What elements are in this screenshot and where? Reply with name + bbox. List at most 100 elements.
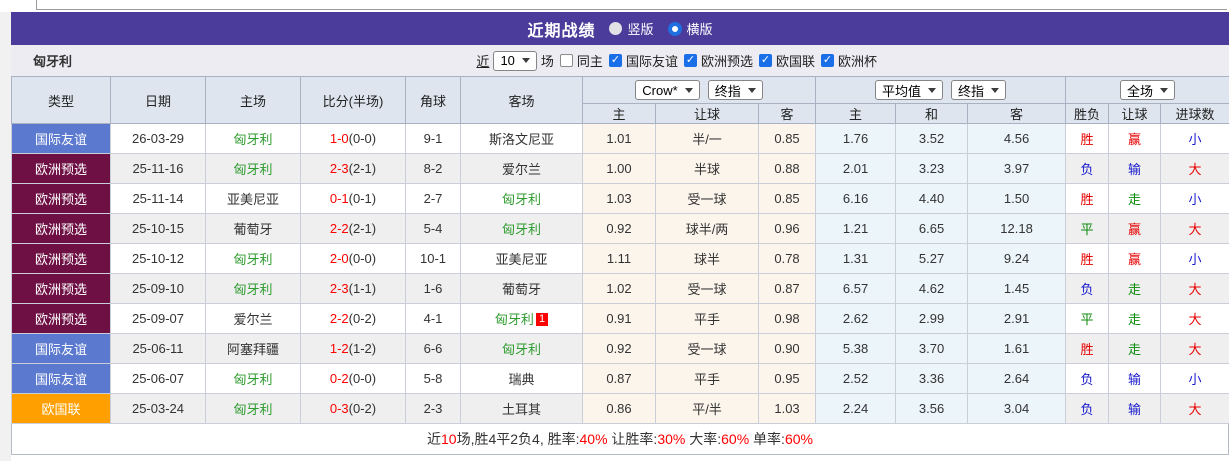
avg-draw-odds: 4.40	[895, 183, 969, 214]
summary-segment: 单率:	[749, 431, 785, 447]
subheader-crown-home: 主	[582, 103, 656, 124]
checkbox-euro-cup[interactable]: ✓	[820, 54, 834, 67]
half-score: (0-0)	[348, 131, 377, 146]
result-handicap: 走	[1108, 303, 1162, 334]
corner-cell: 1-6	[405, 273, 461, 304]
crown-away-odds: 0.98	[757, 303, 817, 334]
summary-segment: 60%	[721, 431, 750, 447]
checkbox-nations-league[interactable]: ✓	[758, 54, 772, 67]
result-wdl: 平	[1065, 303, 1110, 334]
avg-home-odds: 6.57	[815, 273, 897, 304]
recent-link[interactable]: 近	[476, 51, 489, 70]
away-team-cell: 斯洛文尼亚	[460, 123, 583, 154]
full-score: 2-3	[329, 281, 349, 296]
crown-home-odds: 0.91	[582, 303, 656, 334]
match-type-badge: 欧洲预选	[11, 213, 111, 244]
header-away: 客场	[460, 76, 583, 124]
header-match-type: 类型	[11, 76, 111, 124]
match-row: 欧洲预选 25-09-07 爱尔兰 2-2(0-2) 4-1 匈牙利 1 0.91 平手 0.98…	[11, 303, 1229, 334]
radio-unselected-icon[interactable]	[609, 22, 623, 35]
home-team-cell: 匈牙利	[205, 393, 301, 424]
score-cell: 1-0(0-0)	[300, 123, 406, 154]
vertical-layout-radio[interactable]: 竖版	[609, 19, 654, 38]
crown-home-odds: 1.03	[582, 183, 656, 214]
away-team-name: 匈牙利	[501, 222, 541, 237]
crown-away-odds: 0.78	[757, 243, 817, 274]
result-wdl: 平	[1065, 213, 1110, 244]
crown-home-odds: 1.02	[582, 273, 656, 304]
match-count-select[interactable]: 10	[493, 50, 537, 71]
horizontal-layout-radio[interactable]: 横版	[667, 19, 713, 38]
subheader-wdl: 胜负	[1065, 103, 1110, 124]
result-goals: 小	[1160, 363, 1229, 394]
away-team-name: 亚美尼亚	[495, 252, 548, 267]
avg-away-odds: 2.64	[967, 363, 1067, 394]
date-cell: 25-09-10	[110, 273, 206, 304]
avg-draw-odds: 2.99	[895, 303, 969, 334]
chevron-down-icon	[1160, 87, 1169, 93]
crown-handicap-line: 半/一	[655, 123, 759, 154]
half-score: (0-0)	[348, 371, 377, 386]
avg-home-odds: 2.01	[815, 153, 897, 184]
full-score: 2-0	[329, 251, 349, 266]
summary-segment: 60%	[784, 431, 813, 447]
bookmaker-select[interactable]: Crow*	[635, 80, 700, 100]
same-home-checkbox[interactable]	[559, 54, 573, 67]
average-odds-time-select[interactable]: 终指	[951, 80, 1007, 100]
result-group: 全场	[1065, 76, 1229, 104]
league-label-nations-league: 欧国联	[775, 54, 815, 69]
red-card-badge: 1	[535, 313, 549, 326]
crown-odds-group: Crow* 终指	[581, 76, 817, 104]
away-team-cell: 亚美尼亚	[460, 243, 583, 274]
crown-home-odds: 1.01	[582, 123, 656, 154]
crown-odds-time-select[interactable]: 终指	[707, 80, 763, 100]
upper-box-border	[36, 0, 1227, 10]
checkbox-euro-qualifier[interactable]: ✓	[683, 54, 697, 67]
crown-home-odds: 0.86	[582, 393, 656, 424]
home-team-cell: 匈牙利	[205, 123, 301, 154]
average-odds-select[interactable]: 平均值	[875, 80, 944, 100]
result-handicap: 输	[1108, 393, 1162, 424]
half-score: (0-1)	[348, 191, 377, 206]
checkbox-intl-friendly[interactable]: ✓	[608, 54, 622, 67]
avg-away-odds: 12.18	[967, 213, 1067, 244]
result-wdl: 胜	[1065, 333, 1110, 364]
full-score: 2-3	[329, 161, 349, 176]
result-wdl: 负	[1065, 273, 1110, 304]
home-team-cell: 匈牙利	[205, 153, 301, 184]
date-cell: 25-03-24	[110, 393, 206, 424]
full-match-select[interactable]: 全场	[1120, 80, 1176, 100]
away-team-name: 匈牙利	[501, 192, 541, 207]
result-handicap: 输	[1108, 363, 1162, 394]
avg-home-odds: 1.21	[815, 213, 897, 244]
crown-away-odds: 0.90	[757, 333, 817, 364]
chevron-down-icon	[521, 58, 530, 63]
match-type-badge: 欧洲预选	[11, 183, 111, 214]
crown-home-odds: 1.00	[582, 153, 656, 184]
date-cell: 25-10-12	[110, 243, 206, 274]
crown-home-odds: 1.11	[582, 243, 656, 274]
away-team-name: 土耳其	[501, 402, 541, 417]
section-title: 近期战绩	[527, 22, 596, 40]
result-handicap: 走	[1108, 183, 1162, 214]
date-cell: 25-10-15	[110, 213, 206, 244]
summary-segment: 40%	[579, 431, 608, 447]
corner-cell: 5-4	[405, 213, 461, 244]
result-handicap: 赢	[1108, 123, 1162, 154]
radio-selected-icon[interactable]	[667, 21, 682, 36]
summary-bar: 近10场,胜4平2负4, 胜率:40% 让胜率:30% 大率:60% 单率:60…	[11, 424, 1229, 455]
results-table: 类型 日期 主场 比分(半场) 角球 客场 Crow* 终指 平均值 终指 全场…	[11, 76, 1229, 424]
crown-away-odds: 0.87	[757, 273, 817, 304]
corner-cell: 5-8	[405, 363, 461, 394]
avg-away-odds: 1.50	[967, 183, 1067, 214]
date-cell: 25-06-07	[110, 363, 206, 394]
title-bar: 近期战绩 竖版 横版	[11, 12, 1229, 45]
corner-cell: 6-6	[405, 333, 461, 364]
crown-home-odds: 0.92	[582, 213, 656, 244]
subheader-handicap-result: 让球	[1108, 103, 1162, 124]
avg-home-odds: 2.24	[815, 393, 897, 424]
average-odds-group: 平均值 终指	[815, 76, 1067, 104]
crown-handicap-line: 受一球	[655, 333, 759, 364]
subheader-goals: 进球数	[1160, 103, 1229, 124]
summary-segment: 10	[441, 431, 457, 447]
